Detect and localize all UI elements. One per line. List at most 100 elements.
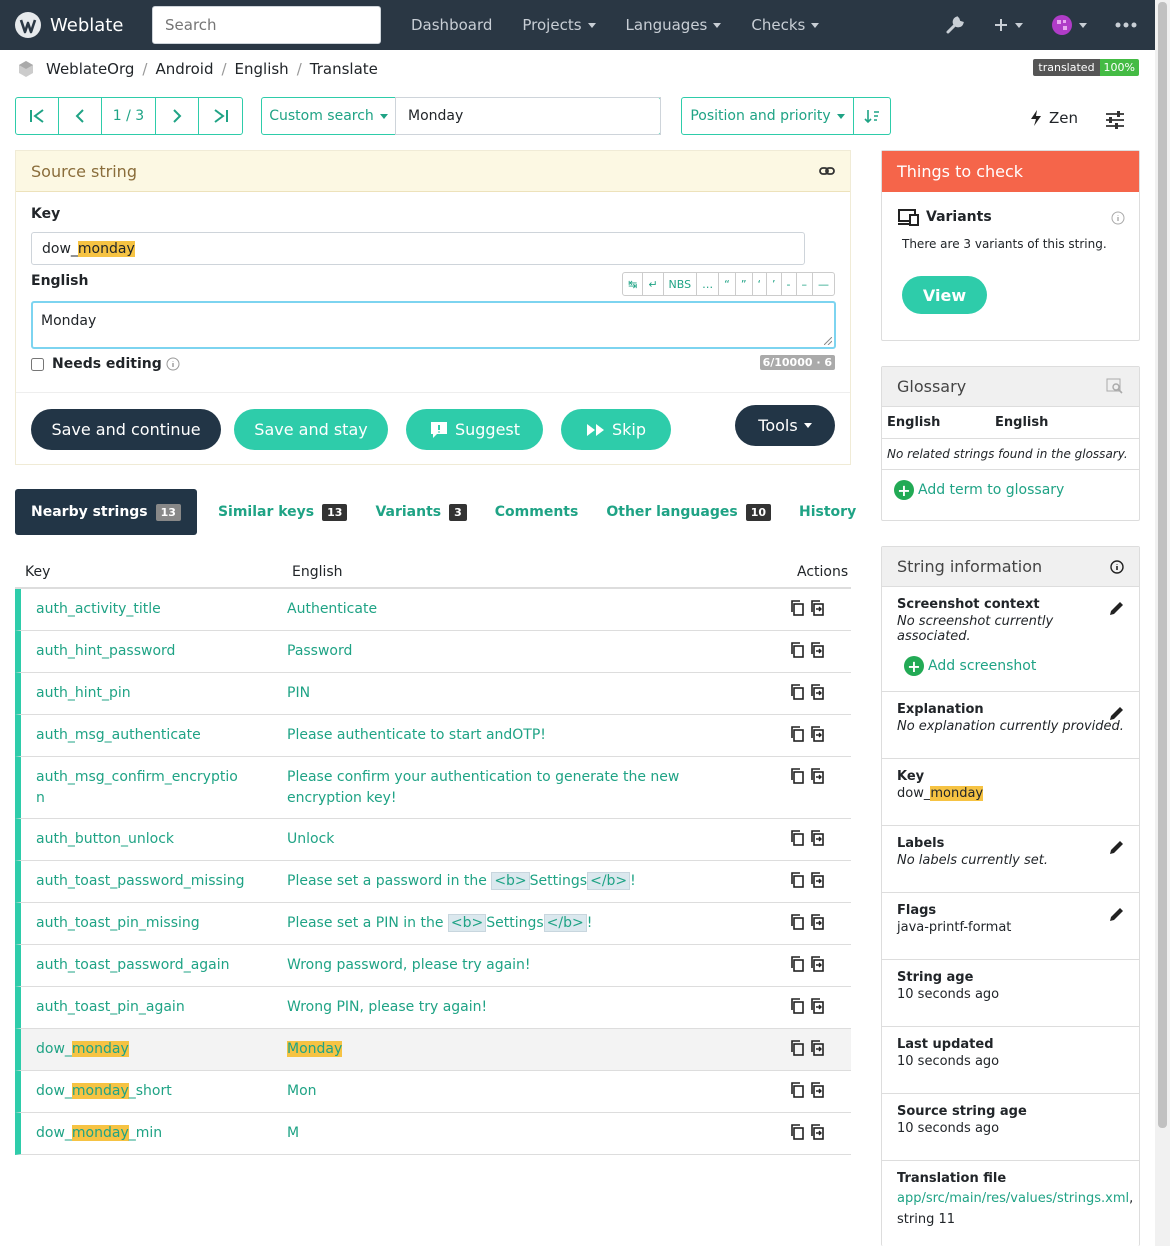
char-dash-button[interactable]: – [797,273,813,295]
sliders-icon[interactable] [1105,111,1125,133]
pencil-icon[interactable] [1108,704,1126,722]
table-row[interactable]: auth_toast_pin_again Wrong PIN, please t… [15,987,851,1029]
char-dash-button[interactable]: — [813,273,834,295]
table-row[interactable]: auth_msg_authenticate Please authenticat… [15,715,851,757]
nav-checks[interactable]: Checks [736,16,834,34]
suggest-button[interactable]: Suggest [406,409,543,450]
add-screenshot-link[interactable]: + Add screenshot [904,656,1124,676]
tab-variants[interactable]: Variants 3 [361,489,480,535]
char-newline-button[interactable]: ↵ [643,273,664,295]
user-menu[interactable] [1051,14,1087,36]
sort-dropdown[interactable]: Position and priority [682,98,854,134]
translation-file-link[interactable]: app/src/main/res/values/strings.xml [897,1191,1129,1206]
char-quote-button[interactable]: ” [736,273,753,295]
markup-tag[interactable]: </b> [587,872,631,890]
table-row[interactable]: auth_toast_pin_missing Please set a PIN … [15,903,851,945]
clone-icon[interactable] [809,913,825,944]
info-icon[interactable] [1111,211,1125,225]
char-quote-button[interactable]: ‘ [753,273,768,295]
resize-handle-icon[interactable] [824,337,832,345]
needs-editing-checkbox[interactable] [31,357,44,371]
clone-icon[interactable] [809,683,825,714]
clone-icon[interactable] [809,1123,825,1154]
copy-icon[interactable] [789,1039,805,1070]
tab-nearby-strings[interactable]: Nearby strings 13 [15,489,197,535]
glossary-search-icon[interactable] [1106,378,1124,394]
tab-similar-keys[interactable]: Similar keys 13 [204,489,362,535]
zen-button[interactable]: Zen [1030,109,1078,127]
table-row[interactable]: auth_toast_password_missing Please set a… [15,861,851,903]
table-row[interactable]: auth_hint_password Password [15,631,851,673]
clone-icon[interactable] [809,767,825,818]
breadcrumb-language[interactable]: English [235,60,289,78]
save-stay-button[interactable]: Save and stay [234,409,388,450]
info-icon[interactable] [1110,560,1124,574]
link-icon[interactable] [819,163,835,183]
scrollbar-thumb[interactable] [1158,2,1167,1128]
table-row[interactable]: dow_monday_min M [15,1113,851,1155]
copy-icon[interactable] [789,641,805,672]
copy-icon[interactable] [789,913,805,944]
table-row[interactable]: auth_hint_pin PIN [15,673,851,715]
translated-badge[interactable]: translated 100% [1033,59,1139,76]
copy-icon[interactable] [789,599,805,630]
breadcrumb-project[interactable]: WeblateOrg [46,60,134,78]
prev-button[interactable] [59,98,102,134]
brand[interactable]: Weblate [14,11,152,39]
info-icon[interactable] [166,357,180,371]
save-continue-button[interactable]: Save and continue [31,409,221,450]
clone-icon[interactable] [809,871,825,902]
tools-dropdown[interactable]: Tools [735,405,835,446]
char-tab-button[interactable]: ↹ [623,273,644,295]
copy-icon[interactable] [789,997,805,1028]
skip-button[interactable]: Skip [561,409,671,450]
tab-history[interactable]: History [785,489,870,535]
add-term-link[interactable]: + Add term to glossary [882,470,1139,510]
first-button[interactable] [16,98,59,134]
clone-icon[interactable] [809,955,825,986]
table-row-current[interactable]: dow_monday Monday [15,1029,851,1071]
copy-icon[interactable] [789,1123,805,1154]
copy-icon[interactable] [789,871,805,902]
table-row[interactable]: auth_toast_password_again Wrong password… [15,945,851,987]
tab-comments[interactable]: Comments [481,489,593,535]
clone-icon[interactable] [809,599,825,630]
copy-icon[interactable] [789,767,805,818]
next-button[interactable] [156,98,199,134]
table-row[interactable]: auth_button_unlock Unlock [15,819,851,861]
translation-editor[interactable]: Monday [31,301,836,349]
search-type-dropdown[interactable]: Custom search [262,98,396,134]
clone-icon[interactable] [809,1081,825,1112]
markup-tag[interactable]: <b> [491,872,530,890]
more-icon[interactable] [1115,22,1137,28]
clone-icon[interactable] [809,997,825,1028]
sort-direction-button[interactable] [854,98,890,134]
clone-icon[interactable] [809,1039,825,1070]
char-nbsp-button[interactable]: NBS [664,273,698,295]
copy-icon[interactable] [789,683,805,714]
clone-icon[interactable] [809,829,825,860]
table-row[interactable]: auth_msg_confirm_encryptio n Please confi… [15,757,851,819]
wrench-icon[interactable] [945,15,965,35]
pencil-icon[interactable] [1108,905,1126,923]
char-quote-button[interactable]: “ [719,273,736,295]
char-ellipsis-button[interactable]: … [697,273,720,295]
last-button[interactable] [199,98,242,134]
table-row[interactable]: dow_monday_short Mon [15,1071,851,1113]
clone-icon[interactable] [809,725,825,756]
copy-icon[interactable] [789,1081,805,1112]
nav-projects[interactable]: Projects [507,16,610,34]
search-query-input[interactable]: Monday [395,97,661,135]
copy-icon[interactable] [789,955,805,986]
tab-other-languages[interactable]: Other languages 10 [592,489,785,535]
pencil-icon[interactable] [1108,838,1126,856]
add-menu[interactable] [993,17,1023,33]
table-row[interactable]: auth_activity_title Authenticate [15,589,851,631]
nav-dashboard[interactable]: Dashboard [396,16,507,34]
markup-tag[interactable]: <b> [447,914,487,932]
view-variants-button[interactable]: View [902,276,987,314]
clone-icon[interactable] [809,641,825,672]
copy-icon[interactable] [789,829,805,860]
char-dash-button[interactable]: - [782,273,797,295]
copy-icon[interactable] [789,725,805,756]
